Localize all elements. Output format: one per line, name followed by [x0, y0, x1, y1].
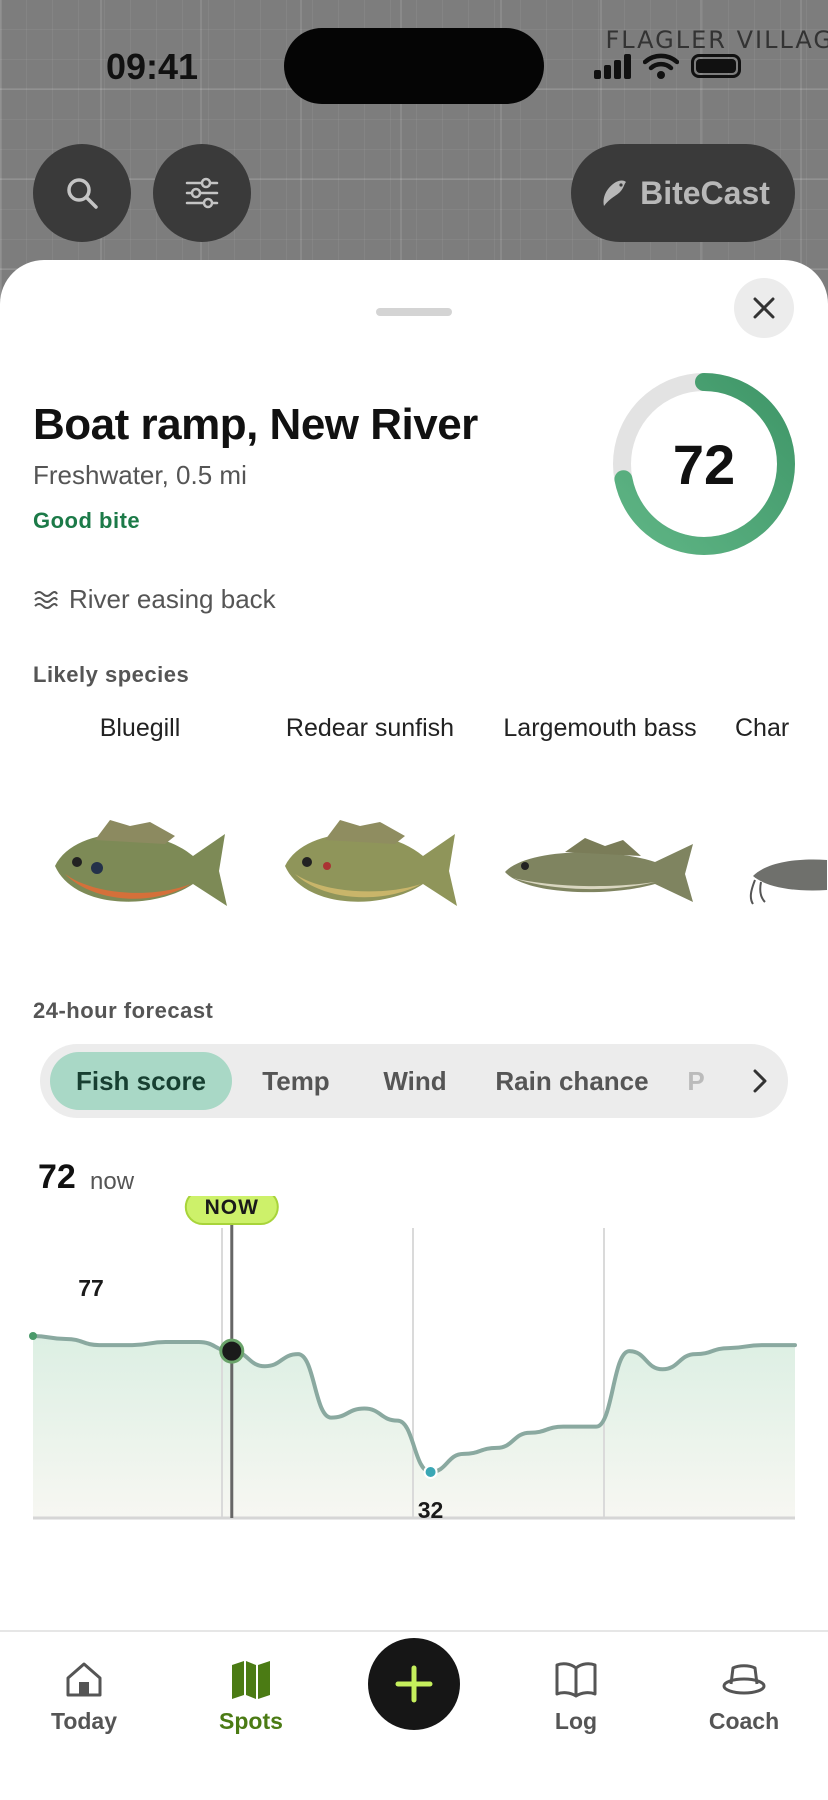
bottom-tab-bar: Today Spots Log Coach — [0, 1630, 828, 1800]
tab-coach-label: Coach — [708, 1708, 780, 1734]
signal-icon — [594, 53, 631, 79]
tab-today-label: Today — [50, 1708, 118, 1734]
now-badge-label: NOW — [205, 1196, 259, 1219]
species-name: Char — [735, 714, 790, 742]
sheet-grabber[interactable] — [376, 308, 452, 316]
waves-icon — [34, 590, 58, 609]
chevron-right-icon — [753, 1069, 767, 1093]
search-button[interactable] — [33, 144, 131, 242]
spot-title: Boat ramp, New River — [33, 400, 478, 449]
forecast-label: 24-hour forecast — [33, 998, 214, 1023]
close-button[interactable] — [734, 278, 794, 338]
species-name: Bluegill — [99, 714, 181, 742]
species-label: Likely species — [33, 662, 190, 687]
spot-subtitle: Freshwater, 0.5 mi — [33, 460, 247, 490]
current-score-suffix: now — [90, 1168, 135, 1195]
species-card-char[interactable]: Char — [725, 710, 828, 905]
search-icon — [67, 178, 98, 209]
spot-detail-sheet: Boat ramp, New River Freshwater, 0.5 mi … — [0, 260, 828, 1800]
add-catch-button[interactable] — [368, 1638, 460, 1730]
species-card-bluegill[interactable]: Bluegill — [35, 710, 245, 906]
dynamic-island — [284, 28, 544, 104]
species-name: Largemouth bass — [503, 714, 697, 742]
now-point — [219, 1338, 245, 1364]
tab-temp[interactable]: Temp — [236, 1052, 356, 1110]
tab-fish-score[interactable]: Fish score — [50, 1052, 232, 1110]
book-icon — [555, 1662, 597, 1698]
bitecast-button[interactable]: BiteCast — [571, 144, 795, 242]
tab-rain-chance[interactable]: Rain chance — [474, 1052, 670, 1110]
tab-spots[interactable]: Spots — [191, 1658, 311, 1735]
redear-sunfish-image — [285, 820, 457, 906]
current-score: 72 — [38, 1158, 76, 1196]
tab-today[interactable]: Today — [24, 1658, 144, 1735]
species-carousel[interactable]: Bluegill Redear sunfish Largemouth bass — [0, 710, 828, 950]
tab-log-label: Log — [554, 1708, 598, 1734]
species-card-largemouth[interactable]: Largemouth bass — [495, 710, 705, 902]
bite-status: Good bite — [33, 508, 141, 533]
river-condition-text: River easing back — [69, 584, 276, 614]
bitecast-label: BiteCast — [640, 174, 770, 211]
largemouth-bass-image — [505, 838, 693, 902]
tab-more[interactable]: P — [676, 1052, 716, 1110]
home-icon — [66, 1662, 102, 1697]
chart-min-label: 32 — [418, 1497, 444, 1523]
forecast-tabs: Fish score Temp Wind Rain chance P — [40, 1044, 788, 1118]
species-card-redear[interactable]: Redear sunfish — [265, 710, 475, 906]
catfish-image — [749, 859, 827, 905]
map-icon — [232, 1661, 270, 1699]
bluegill-image — [55, 820, 227, 906]
plus-icon — [395, 1665, 433, 1703]
tab-coach[interactable]: Coach — [684, 1658, 804, 1735]
fish-score-chart[interactable]: NOW 77 32 — [0, 1196, 828, 1536]
map-location-label: FLAGLER VILLAG — [605, 26, 828, 54]
fish-icon — [603, 180, 627, 206]
sliders-icon — [185, 177, 219, 209]
chart-max-label: 77 — [78, 1275, 104, 1301]
chart-start-point — [29, 1332, 37, 1340]
filter-button[interactable] — [153, 144, 251, 242]
battery-icon — [691, 54, 741, 78]
chart-min-point — [423, 1465, 438, 1479]
river-condition: River easing back — [33, 584, 276, 615]
tabs-scroll-button[interactable] — [712, 1052, 782, 1110]
score-value: 72 — [672, 432, 736, 496]
hat-icon — [722, 1664, 766, 1695]
tab-log[interactable]: Log — [516, 1658, 636, 1735]
species-name: Redear sunfish — [285, 714, 455, 742]
wifi-icon — [643, 53, 679, 79]
status-time: 09:41 — [106, 46, 199, 87]
tab-spots-label: Spots — [219, 1708, 283, 1734]
tab-wind[interactable]: Wind — [360, 1052, 470, 1110]
close-icon — [753, 297, 775, 319]
status-icons — [594, 52, 741, 80]
